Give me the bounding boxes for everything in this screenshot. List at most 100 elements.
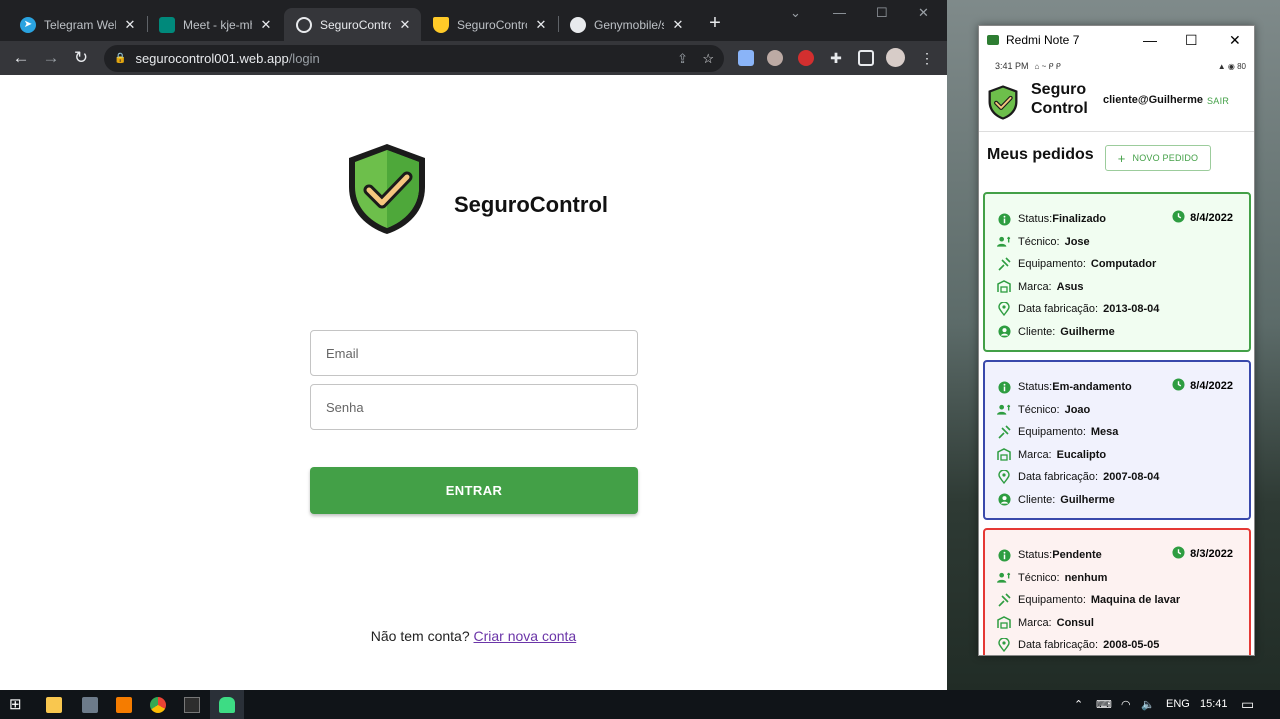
close-tab-icon[interactable]: ✕ bbox=[533, 17, 549, 33]
volume-icon[interactable]: 🔈 bbox=[1141, 698, 1155, 711]
menu-icon[interactable]: ⋮ bbox=[920, 50, 936, 66]
location-pin-icon bbox=[997, 638, 1011, 653]
android-icon bbox=[219, 697, 235, 713]
clock-icon bbox=[1172, 210, 1185, 226]
extension-icon[interactable] bbox=[767, 50, 783, 66]
marca-field: Marca: Eucalipto bbox=[997, 444, 1249, 467]
terminal-icon[interactable] bbox=[184, 697, 200, 713]
create-account-link[interactable]: Criar nova conta bbox=[474, 628, 577, 644]
address-bar[interactable]: 🔒 segurocontrol001.web.app/login ⇪ ☆ bbox=[104, 45, 724, 72]
store-icon bbox=[997, 616, 1011, 630]
technician-icon bbox=[997, 403, 1011, 417]
back-button[interactable]: ← bbox=[10, 47, 32, 69]
status-value: Pendente bbox=[1052, 549, 1102, 562]
windows-start-icon[interactable]: ⊞ bbox=[9, 697, 25, 713]
emulator-window: Redmi Note 7 — ☐ ✕ 3:41 PM ⌂ ~ ᑭ ᑭ ▲ ◉ 8… bbox=[978, 25, 1255, 656]
order-date: 8/4/2022 bbox=[1172, 210, 1233, 226]
file-explorer-icon[interactable] bbox=[46, 697, 62, 713]
email-input[interactable]: Email bbox=[310, 330, 638, 376]
url-host: segurocontrol001.web.app bbox=[135, 51, 289, 66]
tecnico-field: Técnico: nenhum bbox=[997, 567, 1249, 590]
side-panel-icon[interactable] bbox=[858, 50, 874, 66]
info-icon bbox=[997, 212, 1011, 226]
login-button[interactable]: ENTRAR bbox=[310, 467, 638, 514]
tecnico-field: Técnico: Jose bbox=[997, 231, 1249, 254]
order-card[interactable]: Status: Pendente 8/3/2022 Técnico: nenhum Equ… bbox=[983, 528, 1251, 655]
url-path: /login bbox=[288, 51, 320, 66]
close-window-button[interactable]: ✕ bbox=[918, 5, 929, 21]
account-icon bbox=[997, 325, 1011, 339]
info-icon bbox=[997, 548, 1011, 562]
technician-icon bbox=[997, 571, 1011, 585]
store-icon bbox=[997, 280, 1011, 294]
tab-segurocontrol-firebase[interactable]: SeguroControl ✕ bbox=[421, 8, 557, 41]
shield-check-logo bbox=[349, 144, 425, 234]
language-indicator[interactable]: ENG bbox=[1166, 698, 1190, 710]
tab-telegram[interactable]: ➤ Telegram Web ✕ bbox=[8, 8, 146, 41]
brand-title: SeguroControl bbox=[454, 192, 608, 217]
show-hidden-icons[interactable]: ⌃ bbox=[1074, 698, 1083, 711]
close-tab-icon[interactable]: ✕ bbox=[397, 17, 413, 33]
bookmark-star-icon[interactable]: ☆ bbox=[702, 51, 714, 67]
keyboard-icon[interactable]: ⌨ bbox=[1096, 698, 1112, 711]
chrome-icon[interactable] bbox=[150, 697, 166, 713]
profile-avatar[interactable] bbox=[886, 48, 905, 67]
location-pin-icon bbox=[997, 470, 1011, 485]
technician-icon bbox=[997, 235, 1011, 249]
tab-strip: ➤ Telegram Web ✕ Meet - kje-mhc ✕ Seguro… bbox=[0, 0, 947, 41]
forward-button[interactable]: → bbox=[40, 47, 62, 69]
new-tab-button[interactable]: + bbox=[704, 12, 726, 34]
lock-icon: 🔒 bbox=[114, 53, 127, 64]
github-icon bbox=[570, 16, 586, 33]
share-icon[interactable]: ⇪ bbox=[677, 51, 688, 67]
order-card[interactable]: Status: Finalizado 8/4/2022 Técnico: Jose Equ… bbox=[983, 192, 1251, 352]
browser-window: ➤ Telegram Web ✕ Meet - kje-mhc ✕ Seguro… bbox=[0, 0, 947, 690]
cliente-field: Cliente: Guilherme bbox=[997, 321, 1249, 344]
tools-icon bbox=[997, 593, 1011, 607]
screenshot-extension-icon[interactable] bbox=[738, 50, 754, 66]
clock[interactable]: 15:41 bbox=[1200, 698, 1228, 710]
marca-field: Marca: Consul bbox=[997, 612, 1249, 635]
equipamento-field: Equipamento: Computador bbox=[997, 253, 1249, 276]
wifi-icon[interactable]: ◠ bbox=[1121, 698, 1131, 711]
firebase-icon bbox=[433, 16, 449, 33]
order-date: 8/3/2022 bbox=[1172, 546, 1233, 562]
browser-toolbar: ← → ↻ 🔒 segurocontrol001.web.app/login ⇪… bbox=[0, 41, 947, 75]
globe-icon bbox=[296, 16, 312, 33]
cliente-field: Cliente: Guilherme bbox=[997, 489, 1249, 512]
equipamento-field: Equipamento: Mesa bbox=[997, 421, 1249, 444]
close-tab-icon[interactable]: ✕ bbox=[258, 17, 274, 33]
minimize-button[interactable]: — bbox=[833, 5, 846, 20]
password-input[interactable]: Senha bbox=[310, 384, 638, 430]
notifications-icon[interactable]: ▭ bbox=[1241, 696, 1254, 713]
reload-button[interactable]: ↻ bbox=[70, 47, 92, 69]
tools-icon bbox=[997, 257, 1011, 271]
close-tab-icon[interactable]: ✕ bbox=[122, 17, 138, 33]
order-card[interactable]: Status: Em-andamento 8/4/2022 Técnico: Joao E… bbox=[983, 360, 1251, 520]
data-fabricacao-field: Data fabricação: 2007-08-04 bbox=[997, 466, 1249, 489]
emulator-taskbar-button[interactable] bbox=[210, 690, 244, 719]
order-date: 8/4/2022 bbox=[1172, 378, 1233, 394]
data-fabricacao-field: Data fabricação: 2013-08-04 bbox=[997, 298, 1249, 321]
tab-github[interactable]: Genymobile/sc ✕ bbox=[558, 8, 694, 41]
close-tab-icon[interactable]: ✕ bbox=[670, 17, 686, 33]
maximize-button[interactable]: ☐ bbox=[876, 5, 888, 21]
puzzle-extensions-icon[interactable]: ✚ bbox=[828, 50, 844, 66]
calculator-icon[interactable] bbox=[82, 697, 98, 713]
sublime-text-icon[interactable] bbox=[116, 697, 132, 713]
location-pin-icon bbox=[997, 302, 1011, 317]
meet-icon bbox=[159, 16, 175, 33]
status-value: Em-andamento bbox=[1052, 381, 1132, 394]
telegram-icon: ➤ bbox=[20, 16, 36, 33]
tab-segurocontrol-active[interactable]: SeguroControl ✕ bbox=[284, 8, 421, 41]
data-fabricacao-field: Data fabricação: 2008-05-05 bbox=[997, 634, 1249, 655]
tab-meet[interactable]: Meet - kje-mhc ✕ bbox=[147, 8, 282, 41]
adblock-icon[interactable] bbox=[798, 50, 814, 66]
tab-search-icon[interactable]: ⌄ bbox=[790, 5, 801, 21]
clock-icon bbox=[1172, 378, 1185, 394]
info-icon bbox=[997, 380, 1011, 394]
status-value: Finalizado bbox=[1052, 213, 1107, 226]
equipamento-field: Equipamento: Maquina de lavar bbox=[997, 589, 1249, 612]
windows-taskbar: ⊞ ⌃ ⌨ ◠ 🔈 ENG 15:41 ▭ bbox=[0, 690, 1280, 719]
tecnico-field: Técnico: Joao bbox=[997, 399, 1249, 422]
